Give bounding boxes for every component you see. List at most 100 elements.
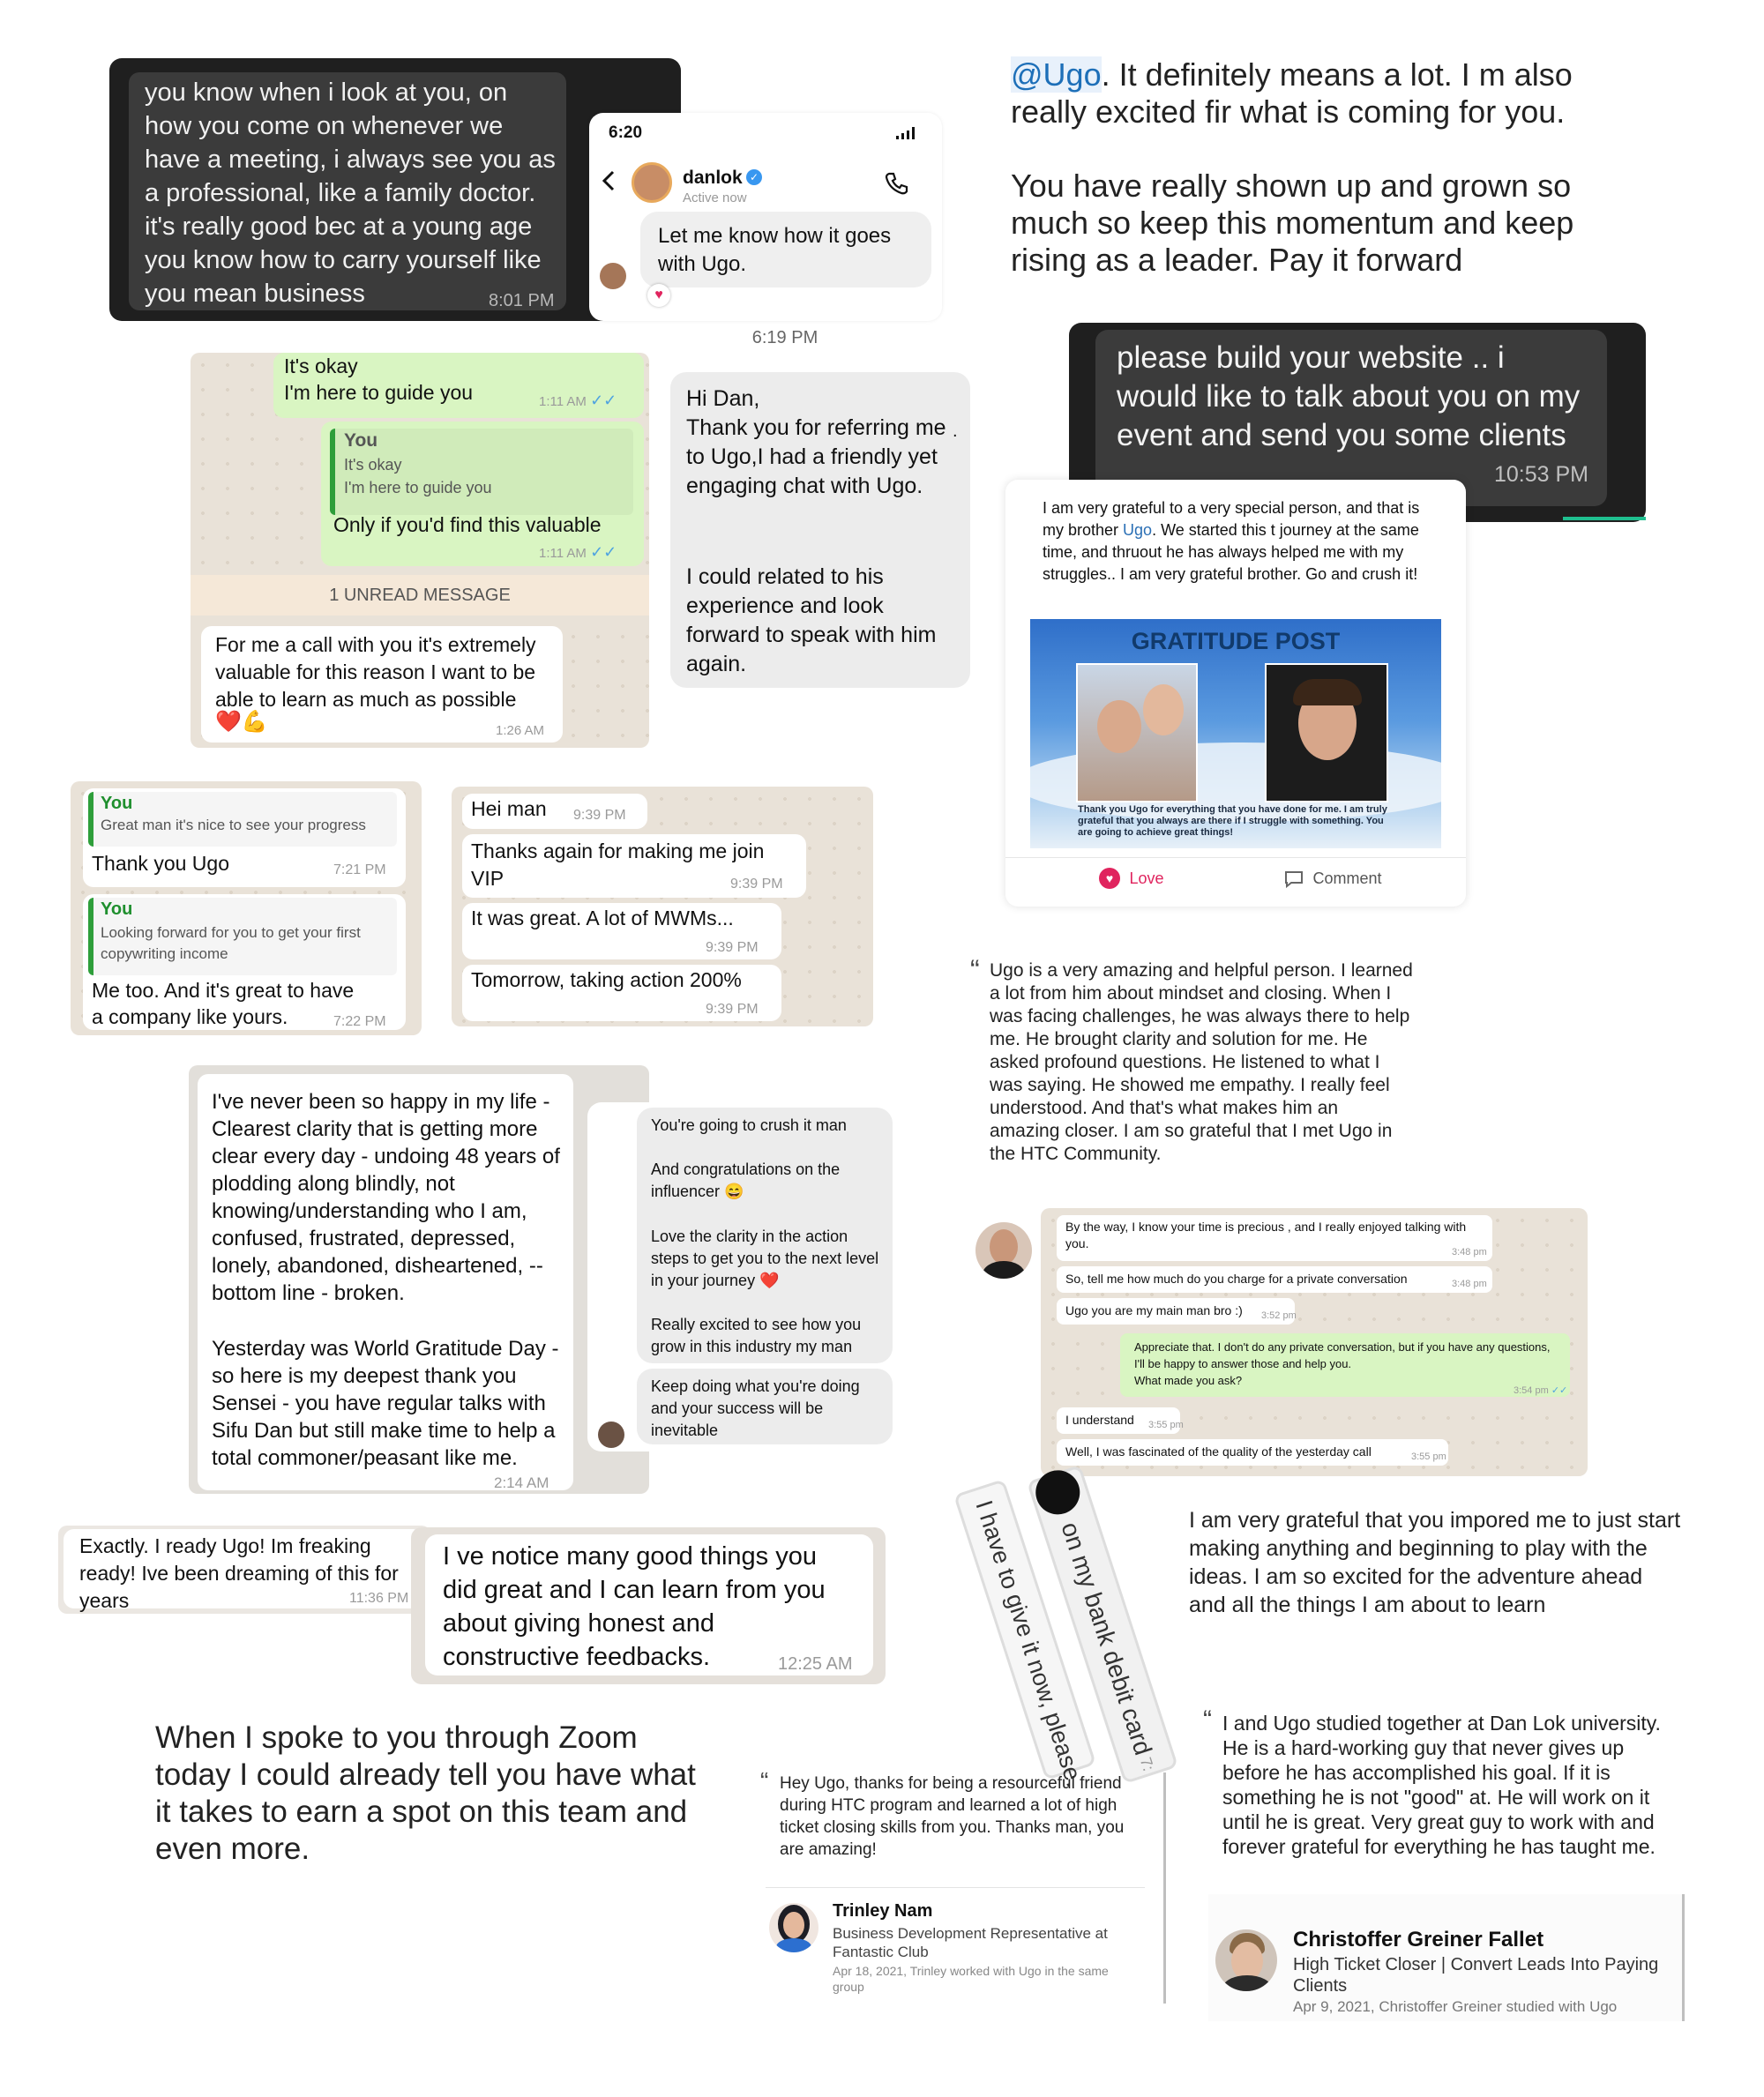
quote-text: @Ugo. It definitely means a lot. I m als…	[1011, 56, 1619, 131]
quote-mark: “	[760, 1767, 769, 1795]
signal-icon	[896, 127, 916, 139]
quoted-text: Looking forward for you to get your firs…	[101, 924, 361, 962]
phone-icon[interactable]	[884, 171, 908, 196]
quote-text: I am very grateful that you impored me t…	[1189, 1508, 1681, 1617]
message-text: Hi Dan, Thank you for referring me to Ug…	[686, 386, 946, 498]
testimonial-card-8: You Great man it's nice to see your prog…	[71, 781, 422, 1035]
message-time: 3:48 pm	[1452, 1247, 1487, 1257]
message-time: 3:54 pm ✓✓	[1514, 1385, 1568, 1396]
contact-name: danlok	[683, 168, 743, 188]
love-label: Love	[1129, 869, 1164, 887]
back-icon[interactable]	[600, 169, 617, 192]
love-icon: ♥	[1099, 868, 1120, 889]
testimonial-card-10: “ Ugo is a very amazing and helpful pers…	[970, 954, 1429, 1189]
accent-line	[1563, 517, 1646, 520]
message-time: 3:55 pm	[1148, 1420, 1184, 1430]
message-text: Tomorrow, taking action 200%	[471, 968, 742, 991]
message-time: 12:25 AM	[778, 1654, 853, 1674]
emoji: ❤️💪	[215, 710, 268, 734]
avatar	[600, 263, 626, 289]
message-text: I understand	[1065, 1413, 1134, 1427]
testimonial-card-15: I ve notice many good things you did gre…	[411, 1527, 886, 1684]
comment-icon	[1284, 870, 1304, 888]
comment-label: Comment	[1312, 869, 1382, 887]
quote-mark: “	[1203, 1705, 1212, 1735]
testimonial-card-2: 6:20 danlok ✓ Active now Let me know how…	[589, 113, 942, 321]
message-time: 7:	[1136, 1755, 1158, 1773]
testimonial-card-7: I am very grateful to a very special per…	[1005, 480, 1466, 907]
message-text: I could related to his experience and lo…	[686, 564, 937, 676]
testimonial-card-5: 6:19 PM Hi Dan, Thank you for referring …	[670, 328, 970, 688]
recommender-name[interactable]: Christoffer Greiner Fallet	[1293, 1928, 1544, 1952]
testimonial-card-17: I am very grateful that you impored me t…	[1177, 1506, 1688, 1656]
message-time: 9:39 PM	[573, 808, 626, 823]
avatar	[598, 1422, 624, 1448]
testimonial-card-18: When I spoke to you through Zoom today I…	[150, 1720, 706, 1878]
message-text: Really excited to see how you grow in th…	[651, 1316, 862, 1355]
message-time: 8:01 PM	[489, 291, 555, 310]
testimonial-card-3: @Ugo. It definitely means a lot. I m als…	[1000, 55, 1653, 284]
message-text: Me too. And it's great to have a company…	[92, 979, 355, 1028]
message-text: Keep doing what you're doing and your su…	[651, 1377, 860, 1439]
heart-reaction-icon: ♥	[647, 284, 670, 307]
decorative-dot: .	[953, 422, 958, 441]
unread-label: 1 UNREAD MESSAGE	[329, 586, 511, 605]
quoted-sender: You	[101, 899, 133, 919]
comment-button[interactable]: Comment	[1284, 869, 1381, 888]
quoted-text: Great man it's nice to see your progress	[101, 817, 366, 833]
message-text: Only if you'd find this valuable	[333, 513, 602, 536]
testimonial-card-12: You're going to crush it man And congrat…	[587, 1102, 900, 1451]
photo-man	[1265, 663, 1388, 802]
quote-text: Hey Ugo, thanks for being a resourceful …	[780, 1774, 1125, 1859]
testimonial-card-19: “ Hey Ugo, thanks for being a resourcefu…	[760, 1767, 1166, 2004]
message-time: 10:53 PM	[1494, 462, 1589, 487]
quoted-sender: You	[101, 794, 133, 813]
photo-friends	[1076, 663, 1198, 802]
recommender-meta: Apr 9, 2021, Christoffer Greiner studied…	[1293, 1998, 1618, 2015]
message-text: I've never been so happy in my life - Cl…	[212, 1090, 560, 1305]
quote-text: You have really shown up and grown so mu…	[1011, 168, 1574, 278]
message-text: Ugo you are my main man bro :)	[1065, 1303, 1243, 1317]
avatar	[975, 1222, 1032, 1279]
quote-text: When I spoke to you through Zoom today I…	[155, 1720, 696, 1866]
message-text: Appreciate that. I don't do any private …	[1134, 1340, 1551, 1387]
message-time: 3:55 pm	[1411, 1451, 1446, 1462]
testimonial-card-14: Exactly. I ready Ugo! Im freaking ready!…	[58, 1526, 430, 1614]
status-time: 6:20	[609, 123, 643, 142]
testimonial-card-13: By the way, I know your time is precious…	[970, 1208, 1588, 1476]
message-time: 3:48 pm	[1452, 1279, 1487, 1289]
recommender-title: High Ticket Closer | Convert Leads Into …	[1293, 1955, 1659, 1996]
quote-text: I and Ugo studied together at Dan Lok un…	[1222, 1712, 1661, 1858]
message-text: Hei man	[471, 797, 547, 820]
message-time: 1:26 AM	[496, 723, 545, 738]
message-text: You're going to crush it man	[651, 1116, 847, 1134]
testimonial-card-4: It's okay I'm here to guide you 1:11 AM …	[191, 353, 649, 748]
message-text: For me a call with you it's extremely va…	[215, 633, 536, 711]
avatar	[632, 162, 672, 203]
message-text: And congratulations on the influencer 😄	[651, 1160, 841, 1200]
post-text: I am very grateful to a very special per…	[1043, 499, 1420, 583]
message-time: 9:39 PM	[706, 940, 759, 955]
message-time: 6:19 PM	[751, 328, 818, 347]
message-time: 3:52 pm	[1261, 1310, 1297, 1321]
testimonial-card-11: I've never been so happy in my life - Cl…	[189, 1065, 649, 1494]
avatar	[1215, 1929, 1277, 1991]
recommender-title: Business Development Representative at F…	[833, 1925, 1108, 1960]
testimonial-card-20: “ I and Ugo studied together at Dan Lok …	[1201, 1705, 1688, 2026]
message-text: Love the clarity in the action steps to …	[651, 1228, 879, 1289]
message-text: It's okay I'm here to guide you	[284, 354, 474, 404]
message-text: So, tell me how much do you charge for a…	[1065, 1272, 1408, 1286]
redacted-mark	[1029, 1464, 1086, 1520]
mention-link[interactable]: @Ugo	[1011, 56, 1102, 93]
love-button[interactable]: ♥ Love	[1099, 868, 1164, 889]
message-time: 11:36 PM	[349, 1591, 409, 1606]
message-text: Well, I was fascinated of the quality of…	[1065, 1444, 1372, 1459]
message-time: 7:21 PM	[333, 862, 386, 877]
message-text: you know when i look at you, on how you …	[145, 78, 556, 308]
verified-icon: ✓	[746, 169, 762, 185]
testimonial-card-9: Hei man 9:39 PM Thanks again for making …	[452, 787, 873, 1026]
image-caption: Thank you Ugo for everything that you ha…	[1078, 804, 1387, 838]
mention-link[interactable]: Ugo	[1123, 521, 1152, 539]
recommender-name[interactable]: Trinley Nam	[833, 1901, 932, 1922]
message-time: 1:11 AM ✓✓	[539, 543, 617, 561]
